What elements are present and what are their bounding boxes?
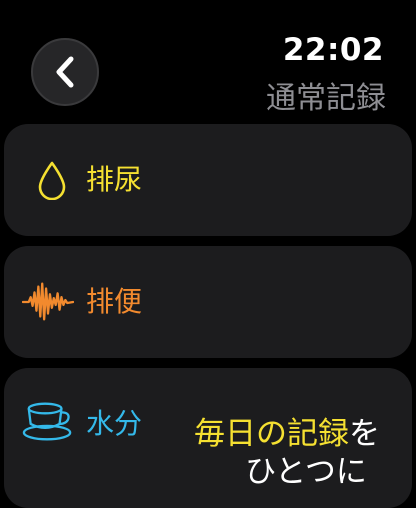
cup-icon bbox=[22, 400, 74, 444]
caption-line-1: 毎日の記録を bbox=[194, 415, 380, 453]
back-button[interactable] bbox=[31, 38, 99, 106]
menu-item-urination[interactable]: 排尿 bbox=[4, 124, 412, 236]
menu-item-label: 水分 bbox=[86, 407, 143, 440]
menu-item-label: 排尿 bbox=[86, 163, 143, 196]
caption-line-2: ひとつに bbox=[245, 454, 367, 490]
caption-highlight: 毎日の bbox=[194, 416, 287, 452]
caption-text: を bbox=[349, 416, 380, 452]
droplet-icon bbox=[26, 158, 78, 202]
menu-item-defecation[interactable]: 排便 bbox=[4, 246, 412, 358]
chevron-left-icon bbox=[56, 56, 74, 88]
status-time: 22:02 bbox=[282, 32, 384, 68]
caption-highlight: 記録 bbox=[287, 416, 349, 452]
menu-item-label: 排便 bbox=[86, 285, 143, 318]
waveform-icon bbox=[22, 280, 74, 324]
caption-overlay: 毎日の記録を ひとつに bbox=[194, 415, 380, 491]
screen-title: 通常記録 bbox=[266, 81, 386, 116]
